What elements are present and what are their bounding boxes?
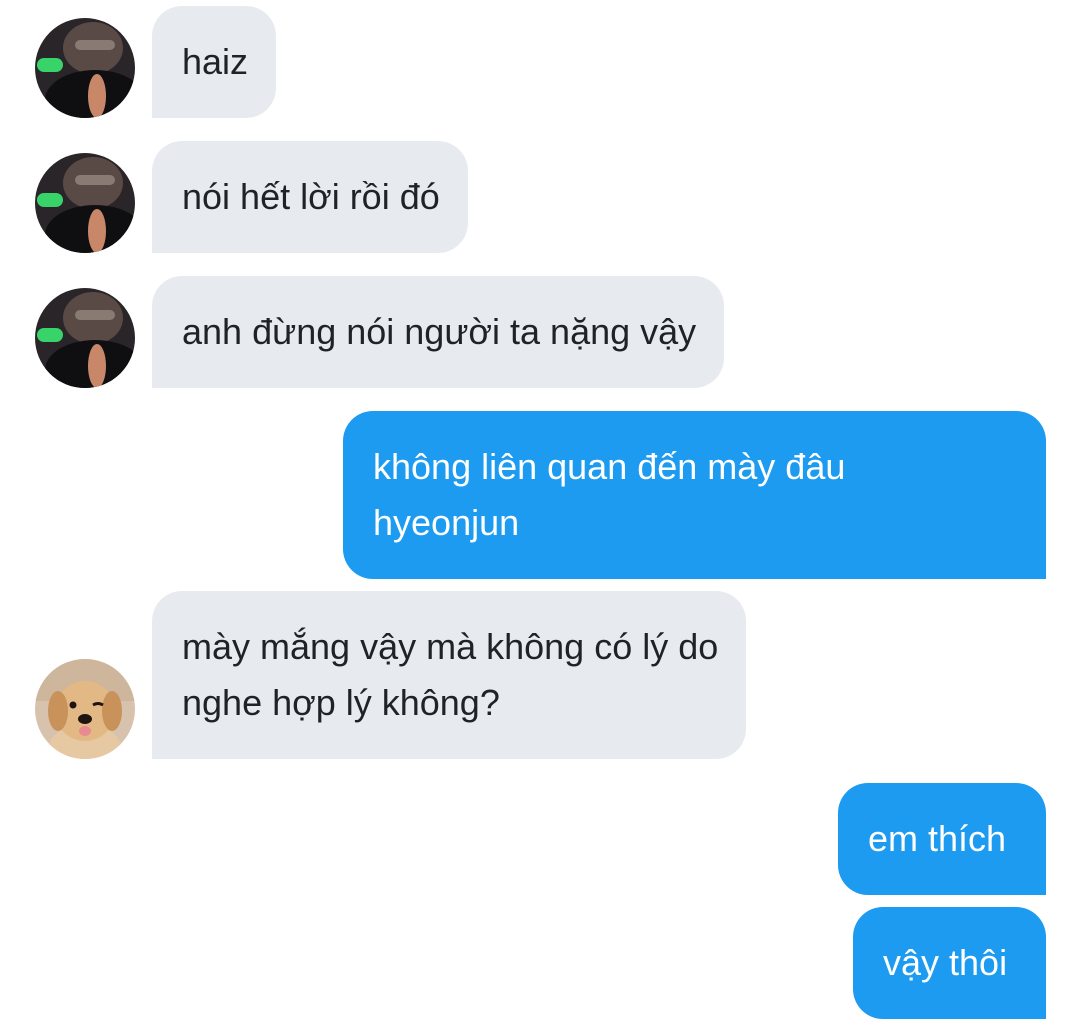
person-photo-icon <box>35 18 135 118</box>
person-avatar[interactable] <box>35 18 135 118</box>
message-text-line: không liên quan đến mày đâu <box>373 446 846 487</box>
outgoing-message-bubble[interactable]: không liên quan đến mày đâu hyeonjun <box>343 411 1046 579</box>
message-text-line: nghe hợp lý không? <box>182 682 500 723</box>
chat-thread: haiz nói hết lời rồi đó anh đừng nói ngư… <box>0 0 1080 1029</box>
person-photo-icon <box>35 288 135 388</box>
outgoing-message-bubble[interactable]: em thích <box>838 783 1046 895</box>
message-text: vậy thôi <box>883 942 1008 983</box>
incoming-message-bubble[interactable]: anh đừng nói người ta nặng vậy <box>152 276 725 388</box>
message-text: haiz <box>182 41 249 82</box>
message-text-line: hyeonjun <box>373 502 520 543</box>
message-text: em thích <box>868 818 1007 859</box>
outgoing-message-bubble[interactable]: vậy thôi <box>853 907 1046 1019</box>
incoming-message-bubble[interactable]: mày mắng vậy mà không có lý do nghe hợp … <box>152 591 747 759</box>
message-text: anh đừng nói người ta nặng vậy <box>182 311 697 352</box>
dog-avatar[interactable] <box>35 659 135 759</box>
incoming-message-bubble[interactable]: haiz <box>152 6 277 118</box>
message-text-line: mày mắng vậy mà không có lý do <box>182 626 719 667</box>
message-text: nói hết lời rồi đó <box>182 176 440 217</box>
person-avatar[interactable] <box>35 288 135 388</box>
person-avatar[interactable] <box>35 153 135 253</box>
incoming-message-bubble[interactable]: nói hết lời rồi đó <box>152 141 468 253</box>
dog-photo-icon <box>35 659 135 759</box>
person-photo-icon <box>35 153 135 253</box>
